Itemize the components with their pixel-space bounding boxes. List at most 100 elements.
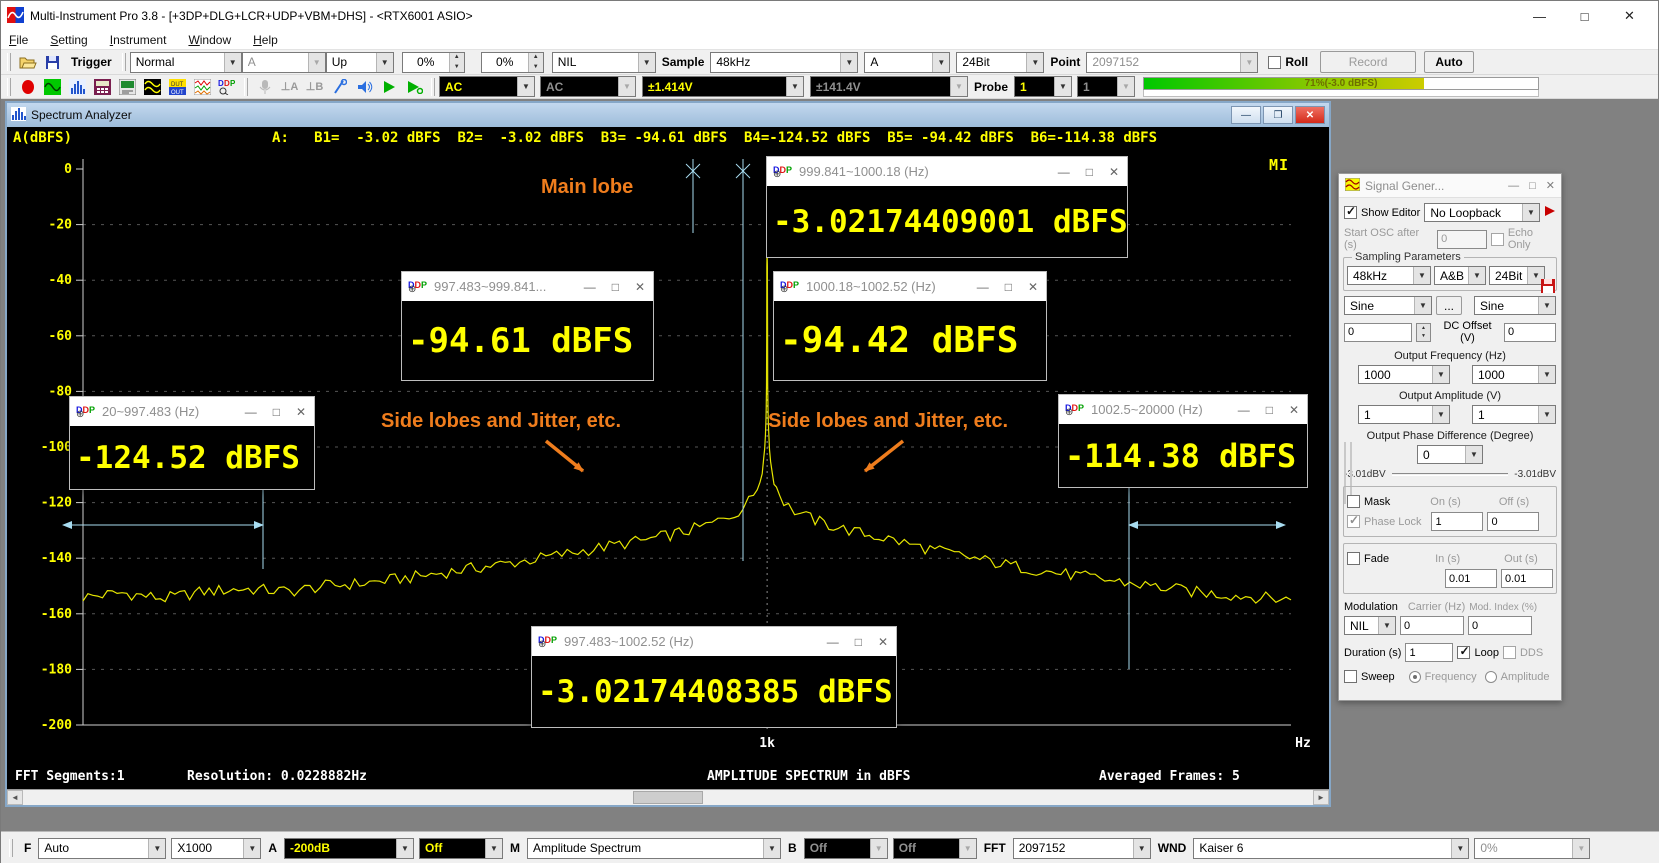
- dual-trace-icon[interactable]: [141, 77, 164, 97]
- window-function-select[interactable]: Kaiser 6▼: [1193, 838, 1469, 859]
- toolbar-grip[interactable]: [7, 53, 11, 71]
- restore-button[interactable]: ❐: [1263, 106, 1293, 124]
- trigger-hpf-select[interactable]: NIL▼: [552, 52, 656, 73]
- menu-file[interactable]: File: [9, 33, 28, 47]
- freq-axis-select[interactable]: Auto▼: [38, 838, 166, 859]
- maximize-button[interactable]: □: [273, 405, 280, 419]
- close-button[interactable]: ✕: [1028, 280, 1038, 294]
- range-b-select[interactable]: ±141.4V▼: [810, 76, 968, 97]
- waveform-a-select[interactable]: Sine▼: [1344, 296, 1432, 315]
- a-range-select[interactable]: -200dB▼: [284, 838, 414, 859]
- spectrum-mode-select[interactable]: Amplitude Spectrum▼: [527, 838, 781, 859]
- x-zoom-select[interactable]: X1000▼: [171, 838, 261, 859]
- fade-checkbox[interactable]: [1347, 552, 1360, 565]
- microphone-icon[interactable]: [253, 77, 276, 97]
- record-button[interactable]: Record: [1320, 51, 1416, 73]
- close-button[interactable]: ✕: [1546, 179, 1555, 192]
- menu-help[interactable]: Help: [253, 33, 278, 47]
- echo-only-checkbox[interactable]: [1491, 233, 1504, 246]
- more-waveform-button[interactable]: ...: [1436, 296, 1462, 315]
- loop-checkbox[interactable]: [1457, 646, 1470, 659]
- spectrum-titlebar[interactable]: Spectrum Analyzer — ❐ ✕: [7, 103, 1329, 127]
- dut-icon[interactable]: DUTOUT: [166, 77, 189, 97]
- minimize-button[interactable]: —: [1238, 403, 1250, 417]
- open-file-icon[interactable]: [16, 52, 39, 72]
- save-icon[interactable]: [41, 52, 64, 72]
- toolbar-grip[interactable]: [9, 839, 13, 857]
- menu-window[interactable]: Window: [188, 33, 231, 47]
- coupling-a-select[interactable]: AC▼: [439, 76, 535, 97]
- b-extra-select[interactable]: Off▼: [893, 838, 977, 859]
- sample-bits-select[interactable]: 24Bit▼: [956, 52, 1044, 73]
- derived-waves-icon[interactable]: [191, 77, 214, 97]
- scrollbar-thumb[interactable]: [633, 791, 703, 804]
- sweep-amplitude-radio[interactable]: [1485, 671, 1497, 683]
- maximize-button[interactable]: □: [612, 280, 619, 294]
- speaker-icon[interactable]: [353, 77, 376, 97]
- dc-offset-spinner[interactable]: ▲▼: [1416, 323, 1431, 342]
- maximize-button[interactable]: □: [1562, 2, 1607, 30]
- close-button[interactable]: ✕: [1109, 165, 1119, 179]
- toolbar-grip[interactable]: [431, 78, 435, 96]
- b-range-select[interactable]: Off▼: [804, 838, 888, 859]
- start-osc-input[interactable]: 0: [1437, 230, 1487, 249]
- trigger-mode-select[interactable]: Normal▼: [130, 52, 242, 73]
- ddp-titlebar[interactable]: DDP⊕ 1002.5~20000 (Hz) — □ ✕: [1059, 395, 1307, 424]
- sample-channel-select[interactable]: A▼: [864, 52, 950, 73]
- maximize-button[interactable]: □: [1086, 165, 1093, 179]
- siggen-rate-select[interactable]: 48kHz▼: [1347, 266, 1431, 285]
- fade-in-input[interactable]: 0.01: [1445, 569, 1497, 588]
- mod-index-input[interactable]: 0: [1468, 616, 1532, 635]
- sample-rate-select[interactable]: 48kHz▼: [710, 52, 858, 73]
- spin-down-icon[interactable]: ▼: [529, 62, 543, 72]
- chart-hscrollbar[interactable]: ◄ ►: [7, 789, 1329, 805]
- trigger-delay-spinner[interactable]: 0%▲▼: [481, 52, 544, 73]
- menu-setting[interactable]: Setting: [50, 33, 87, 47]
- maximize-button[interactable]: □: [1266, 403, 1273, 417]
- ddp-viewer-icon[interactable]: DDP: [216, 77, 239, 97]
- level-slider[interactable]: [1392, 473, 1509, 476]
- minimize-button[interactable]: —: [584, 280, 596, 294]
- ddp-titlebar[interactable]: DDP⊕ 999.841~1000.18 (Hz) — □ ✕: [767, 157, 1127, 186]
- menu-instrument[interactable]: Instrument: [110, 33, 167, 47]
- minimize-button[interactable]: —: [245, 405, 257, 419]
- show-editor-checkbox[interactable]: [1344, 206, 1357, 219]
- phase-lock-checkbox[interactable]: [1347, 515, 1360, 528]
- loopback-select[interactable]: No Loopback▼: [1424, 203, 1540, 222]
- run-icon[interactable]: [378, 77, 401, 97]
- phase-select[interactable]: 0▼: [1417, 445, 1483, 464]
- signal-generator-icon[interactable]: [41, 77, 64, 97]
- roll-checkbox[interactable]: [1268, 56, 1281, 69]
- ddp-titlebar[interactable]: DDP⊕ 997.483~1002.52 (Hz) — □ ✕: [532, 627, 896, 656]
- run-once-icon[interactable]: [403, 77, 426, 97]
- a-extra-select[interactable]: Off▼: [419, 838, 503, 859]
- scroll-left-icon[interactable]: ◄: [7, 790, 23, 805]
- minimize-button[interactable]: —: [1517, 2, 1562, 30]
- close-button[interactable]: ✕: [296, 405, 306, 419]
- siggen-save-icon[interactable]: [1540, 278, 1558, 298]
- fft-size-select[interactable]: 2097152▼: [1013, 838, 1151, 859]
- device-test-plan-icon[interactable]: [116, 77, 139, 97]
- maximize-button[interactable]: □: [855, 635, 862, 649]
- maximize-button[interactable]: □: [1529, 180, 1536, 192]
- fade-out-input[interactable]: 0.01: [1501, 569, 1553, 588]
- minimize-button[interactable]: —: [977, 280, 989, 294]
- frequency-b-select[interactable]: 1000▼: [1472, 365, 1556, 384]
- mask-on-input[interactable]: 1: [1431, 512, 1483, 531]
- amplitude-a-select[interactable]: 1▼: [1358, 405, 1450, 424]
- close-button[interactable]: ✕: [635, 280, 645, 294]
- ddp-titlebar[interactable]: DDP⊕ 1000.18~1002.52 (Hz) — □ ✕: [774, 272, 1046, 301]
- close-button[interactable]: ✕: [1607, 2, 1652, 30]
- dc-offset-a-input[interactable]: 0: [1344, 323, 1412, 342]
- auto-button[interactable]: Auto: [1424, 51, 1474, 73]
- spectrum-analyzer-icon[interactable]: [66, 77, 89, 97]
- multimeter-icon[interactable]: [91, 77, 114, 97]
- carrier-input[interactable]: 0: [1400, 616, 1464, 635]
- coupling-b-select[interactable]: AC▼: [540, 76, 636, 97]
- dds-checkbox[interactable]: [1503, 646, 1516, 659]
- toolbar-grip[interactable]: [244, 78, 248, 96]
- modulation-select[interactable]: NIL▼: [1344, 616, 1396, 635]
- minimize-button[interactable]: —: [1058, 165, 1070, 179]
- spin-up-icon[interactable]: ▲: [529, 53, 543, 63]
- probe-a-select[interactable]: 1▼: [1014, 76, 1072, 97]
